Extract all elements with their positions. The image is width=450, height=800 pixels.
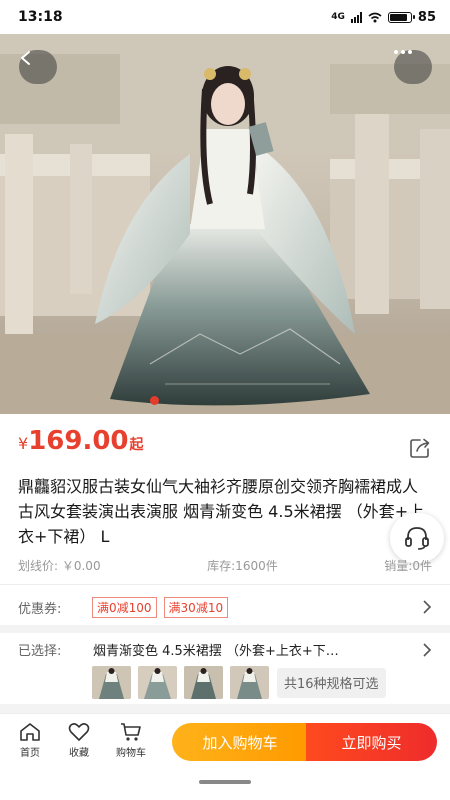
battery-percent: 85: [417, 9, 436, 25]
coupon-tag[interactable]: 满30减10: [163, 596, 229, 618]
more-dots-icon: [394, 50, 412, 54]
more-button[interactable]: [394, 50, 432, 84]
home-tab[interactable]: 首页: [10, 722, 50, 759]
price-row: ¥ 169.00 起: [18, 426, 432, 466]
back-button[interactable]: [19, 50, 57, 84]
price-value: 169.00: [28, 426, 129, 456]
divider: [0, 584, 450, 585]
spec-thumbnail[interactable]: [92, 666, 131, 699]
spec-thumbnails: 共16种规格可选: [92, 666, 386, 699]
cart-tab-label: 购物车: [116, 748, 146, 759]
status-bar: 13:18 4G 85: [0, 0, 450, 34]
stock-count: 库存:1600件: [207, 559, 278, 573]
coupon-label: 优惠券:: [18, 601, 62, 617]
section-gap: [0, 625, 450, 633]
carousel-indicator: [150, 396, 159, 405]
spec-thumbnail[interactable]: [230, 666, 269, 699]
home-indicator[interactable]: [199, 780, 251, 784]
battery-level: [389, 13, 407, 21]
product-image[interactable]: [0, 34, 450, 414]
favorite-tab-label: 收藏: [69, 748, 89, 759]
hanfu-photo: [0, 34, 450, 414]
bottom-action-bar: 首页 收藏 购物车 加入购物车 立即购买: [0, 713, 450, 769]
price-currency: ¥: [18, 434, 29, 453]
meta-row: 划线价: ￥0.00 库存:1600件 销量:0件: [18, 557, 432, 574]
home-tab-label: 首页: [20, 748, 40, 759]
coupon-tag[interactable]: 满0减100: [92, 596, 157, 618]
product-title: 鼎龘貂汉服古装女仙气大袖衫齐腰原创交领齐胸襦裙成人古风女套装演出表演服 烟青渐变…: [18, 477, 425, 546]
buy-now-button[interactable]: 立即购买: [306, 723, 437, 761]
chevron-left-icon: [21, 51, 30, 65]
chevron-right-icon: [423, 600, 432, 614]
signal-icon: [350, 11, 362, 23]
section-gap: [0, 704, 450, 713]
coupon-row[interactable]: 优惠券: 满0减100 满30减10: [18, 594, 432, 620]
battery-icon: [387, 11, 415, 23]
home-icon: [20, 723, 40, 741]
share-button[interactable]: [408, 436, 432, 460]
sales-count: 销量:0件: [384, 559, 432, 573]
wifi-icon: [368, 12, 382, 22]
status-indicators: 4G 85: [331, 10, 436, 25]
spec-thumbnail[interactable]: [184, 666, 223, 699]
list-price: 划线价: ￥0.00: [18, 559, 101, 573]
headset-icon: [405, 527, 429, 550]
customer-service-button[interactable]: [390, 513, 444, 563]
add-to-cart-button[interactable]: 加入购物车: [172, 723, 308, 761]
price-suffix: 起: [129, 437, 144, 453]
selection-label: 已选择:: [18, 644, 62, 659]
heart-icon: [68, 723, 90, 741]
spec-count-badge[interactable]: 共16种规格可选: [277, 667, 386, 698]
favorite-tab[interactable]: 收藏: [59, 722, 99, 759]
cart-tab[interactable]: 购物车: [111, 722, 151, 759]
network-label: 4G: [331, 12, 345, 22]
status-time: 13:18: [18, 9, 63, 25]
selection-value: 烟青渐变色 4.5米裙摆 （外套+上衣+下…: [93, 644, 339, 659]
chevron-right-icon: [423, 643, 432, 657]
spec-thumbnail[interactable]: [138, 666, 177, 699]
share-icon: [410, 438, 430, 458]
cart-icon: [121, 723, 141, 741]
